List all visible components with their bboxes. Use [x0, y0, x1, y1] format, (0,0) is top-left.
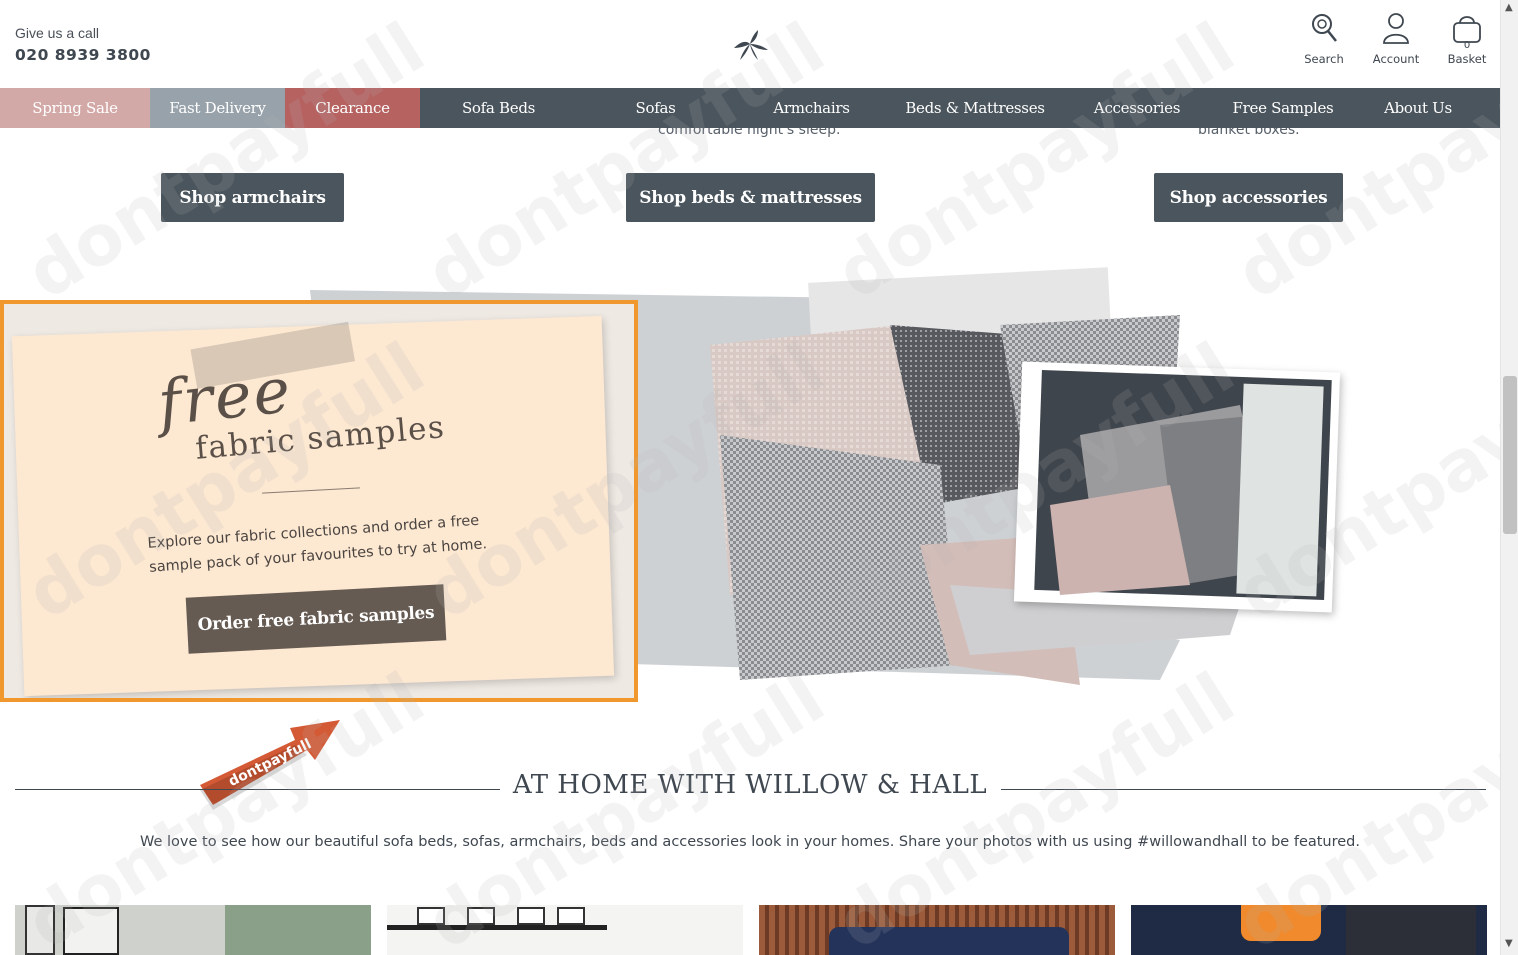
nav-sofa-beds[interactable]: Sofa Beds [420, 88, 577, 128]
basket-label: Basket [1447, 52, 1487, 66]
nav-clearance[interactable]: Clearance [285, 88, 420, 128]
shop-accessories-button[interactable]: Shop accessories [1154, 173, 1343, 222]
customer-photo-3[interactable] [759, 905, 1115, 955]
search-button[interactable]: Search [1294, 12, 1354, 66]
account-button[interactable]: Account [1366, 12, 1426, 66]
at-home-description: We love to see how our beautiful sofa be… [140, 834, 1360, 850]
search-label: Search [1304, 52, 1344, 66]
phone-number[interactable]: 020 8939 3800 [15, 46, 151, 64]
page-scrollbar[interactable]: ▲ ▼ [1500, 0, 1518, 955]
site-header: Give us a call 020 8939 3800 Search Acco… [0, 0, 1500, 88]
fabric-swatches-image [710, 267, 1341, 685]
page: Give us a call 020 8939 3800 Search Acco… [0, 0, 1518, 955]
at-home-heading: AT HOME WITH WILLOW & HALL [512, 770, 988, 800]
nav-sofas[interactable]: Sofas [577, 88, 734, 128]
customer-photo-4[interactable] [1131, 905, 1487, 955]
nav-accessories[interactable]: Accessories [1061, 88, 1213, 128]
search-icon [1312, 14, 1337, 42]
nav-beds-mattresses[interactable]: Beds & Mattresses [889, 88, 1061, 128]
customer-photo-2[interactable] [387, 905, 743, 955]
scroll-up-arrow-icon[interactable]: ▲ [1505, 2, 1513, 13]
main-nav: Spring Sale Fast Delivery Clearance Sofa… [0, 88, 1500, 128]
scroll-down-arrow-icon[interactable]: ▼ [1505, 938, 1513, 949]
willow-hall-logo-icon[interactable] [728, 28, 772, 64]
basket-count: 0 [1463, 40, 1471, 51]
nav-fast-delivery[interactable]: Fast Delivery [150, 88, 285, 128]
nav-spring-sale[interactable]: Spring Sale [0, 88, 150, 128]
customer-photo-1[interactable] [15, 905, 371, 955]
account-label: Account [1372, 52, 1420, 66]
shop-beds-mattresses-button[interactable]: Shop beds & mattresses [626, 173, 875, 222]
basket-button[interactable]: 0 Basket [1437, 12, 1497, 66]
nav-free-samples[interactable]: Free Samples [1213, 88, 1353, 128]
shop-armchairs-button[interactable]: Shop armchairs [161, 173, 344, 222]
call-label: Give us a call [15, 25, 100, 41]
scroll-thumb[interactable] [1503, 376, 1517, 534]
account-icon [1383, 13, 1409, 44]
nav-armchairs[interactable]: Armchairs [734, 88, 889, 128]
nav-about-us[interactable]: About Us [1353, 88, 1483, 128]
